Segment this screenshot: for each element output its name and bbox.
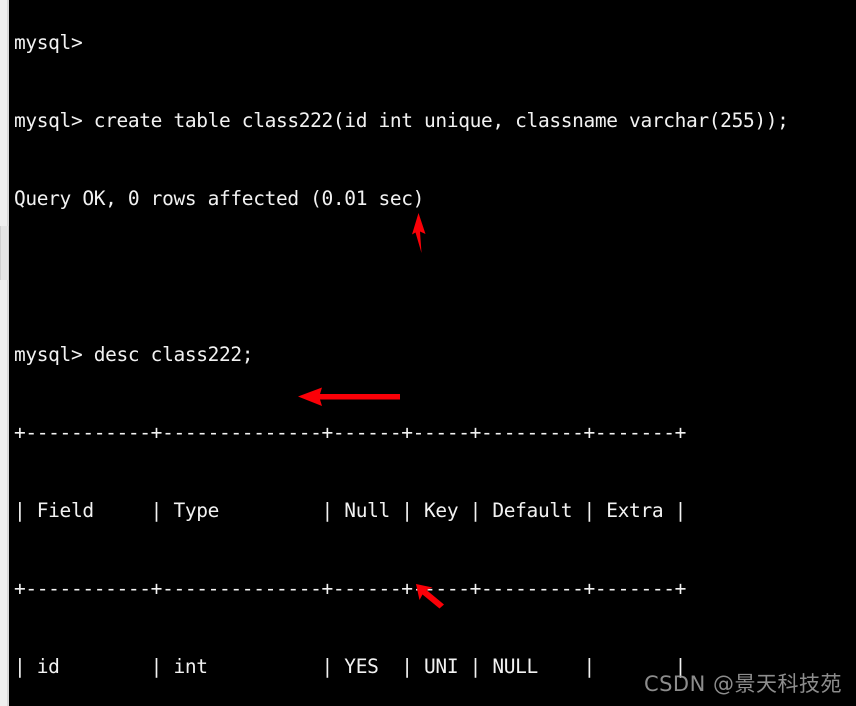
table-border-top: +-----------+--------------+------+-----… (14, 421, 687, 444)
scrollbar-thumb[interactable] (0, 226, 9, 280)
console-line-result: Query OK, 0 rows affected (0.01 sec) (14, 187, 425, 210)
console-line-command: mysql> desc class222; (14, 343, 254, 366)
terminal-window[interactable]: mysql> mysql> create table class222(id i… (0, 0, 856, 706)
table-border-mid: +-----------+--------------+------+-----… (14, 577, 687, 600)
console-line: mysql> (14, 31, 83, 54)
table-header-row: | Field | Type | Null | Key | Default | … (14, 499, 687, 522)
console-output[interactable]: mysql> mysql> create table class222(id i… (9, 0, 856, 706)
scrollbar-track[interactable] (7, 0, 9, 706)
watermark: CSDN @景天科技苑 (643, 672, 842, 696)
console-line-command: mysql> create table class222(id int uniq… (14, 109, 789, 132)
